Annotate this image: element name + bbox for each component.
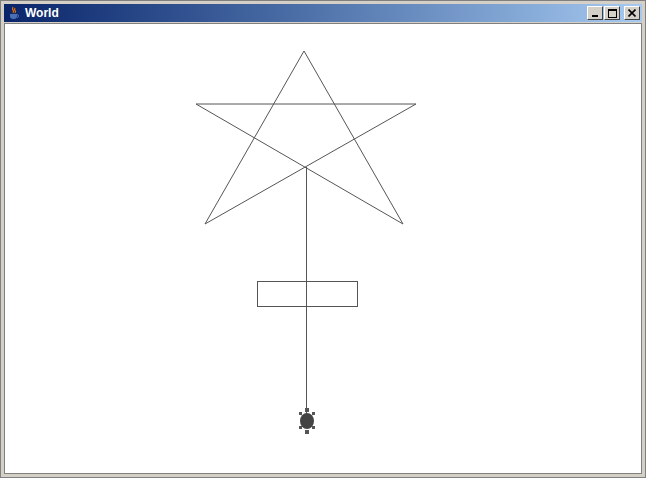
window-title: World bbox=[25, 5, 59, 21]
turtle-drawing bbox=[5, 24, 642, 474]
drawing-canvas bbox=[4, 23, 642, 474]
turtle-icon[interactable] bbox=[299, 408, 315, 434]
world-window: World bbox=[0, 0, 646, 478]
close-icon bbox=[628, 9, 636, 17]
close-button[interactable] bbox=[624, 6, 640, 20]
minimize-button[interactable] bbox=[587, 6, 603, 20]
title-bar[interactable]: World bbox=[4, 4, 642, 22]
maximize-button[interactable] bbox=[604, 6, 620, 20]
maximize-icon bbox=[608, 9, 617, 18]
java-cup-icon bbox=[7, 6, 21, 20]
minimize-icon bbox=[591, 9, 599, 17]
